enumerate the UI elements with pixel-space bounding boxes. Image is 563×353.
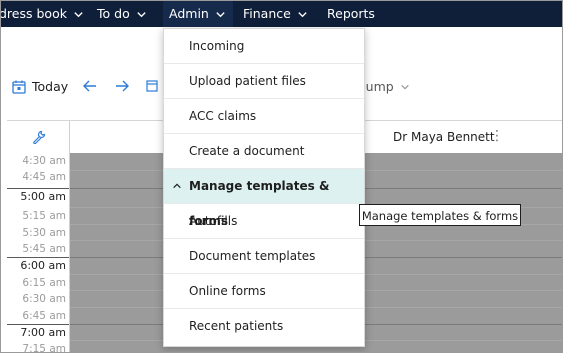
jump-dropdown[interactable]: Jump xyxy=(362,79,410,94)
admin-dropdown-menu: Incoming Upload patient files ACC claims… xyxy=(163,28,365,347)
top-navbar: dress book To do Admin Finance Reports xyxy=(1,1,562,27)
time-slot: 5:30 am xyxy=(22,227,66,239)
menu-item-label: Online forms xyxy=(189,284,266,298)
today-button[interactable]: Today xyxy=(12,79,68,94)
provider-name[interactable]: Dr Maya Bennett xyxy=(393,130,495,144)
time-slot: 5:15 am xyxy=(22,210,66,222)
previous-button[interactable] xyxy=(82,79,98,93)
nav-finance-label: Finance xyxy=(243,6,291,21)
time-slot-hour: 7:00 am xyxy=(20,326,66,339)
arrow-left-icon xyxy=(83,80,96,92)
menu-item-document-templates[interactable]: Document templates xyxy=(164,239,364,274)
menu-item-create-document[interactable]: Create a document xyxy=(164,134,364,169)
calendar-icon xyxy=(146,80,158,92)
chevron-up-icon xyxy=(173,183,181,189)
nav-admin[interactable]: Admin xyxy=(163,1,233,27)
chevron-down-icon xyxy=(216,11,225,17)
menu-item-upload-patient-files[interactable]: Upload patient files xyxy=(164,64,364,99)
wrench-icon[interactable] xyxy=(32,130,46,144)
time-slot: 4:45 am xyxy=(22,171,66,183)
nav-finance[interactable]: Finance xyxy=(243,1,308,27)
time-slot-hour: 5:00 am xyxy=(20,190,66,203)
menu-item-label: Document templates xyxy=(189,249,316,263)
nav-address-book-label: dress book xyxy=(0,6,67,21)
jump-label: Jump xyxy=(362,79,394,94)
time-slot: 6:15 am xyxy=(22,277,66,289)
menu-item-acc-claims[interactable]: ACC claims xyxy=(164,99,364,134)
kebab-menu-icon[interactable]: ⋮ xyxy=(490,128,504,144)
time-slot: 4:30 am xyxy=(22,155,66,167)
menu-item-online-forms[interactable]: Online forms xyxy=(164,274,364,309)
arrow-right-icon xyxy=(116,80,129,92)
today-label: Today xyxy=(32,79,69,94)
menu-item-label: Create a document xyxy=(189,144,305,158)
menu-item-label: Upload patient files xyxy=(189,74,306,88)
app-window: dress book To do Admin Finance Reports T… xyxy=(0,0,563,353)
time-slot: 5:45 am xyxy=(22,243,66,255)
nav-to-do-label: To do xyxy=(97,6,130,21)
menu-item-label: Recent patients xyxy=(189,319,284,333)
chevron-down-icon xyxy=(298,11,307,17)
nav-reports-label: Reports xyxy=(327,6,375,21)
time-slot: 7:15 am xyxy=(22,343,66,353)
calendar-today-icon xyxy=(12,80,26,94)
time-slot: 6:30 am xyxy=(22,293,66,305)
nav-to-do[interactable]: To do xyxy=(97,1,147,27)
time-slot: 6:45 am xyxy=(22,310,66,322)
menu-item-label: Incoming xyxy=(189,39,245,53)
menu-item-incoming[interactable]: Incoming xyxy=(164,29,364,64)
menu-item-manage-templates-forms[interactable]: Manage templates & forms xyxy=(164,169,364,228)
chevron-down-icon xyxy=(400,84,409,90)
time-column: 4:30 am 4:45 am 5:00 am 5:15 am 5:30 am … xyxy=(7,153,70,353)
menu-item-autofills[interactable]: Autofills xyxy=(164,204,364,239)
tooltip: Manage templates & forms xyxy=(359,204,521,226)
calendar-picker-button[interactable] xyxy=(146,79,158,93)
nav-address-book[interactable]: dress book xyxy=(0,1,84,27)
nav-reports[interactable]: Reports xyxy=(327,1,375,27)
menu-item-recent-patients[interactable]: Recent patients xyxy=(164,309,364,344)
next-button[interactable] xyxy=(114,79,130,93)
menu-item-label: ACC claims xyxy=(189,109,257,123)
time-slot-hour: 6:00 am xyxy=(20,259,66,272)
chevron-down-icon xyxy=(74,11,83,17)
nav-admin-label: Admin xyxy=(169,6,209,21)
menu-item-label: Autofills xyxy=(189,214,238,228)
chevron-down-icon xyxy=(137,11,146,17)
settings-cell xyxy=(7,121,70,153)
